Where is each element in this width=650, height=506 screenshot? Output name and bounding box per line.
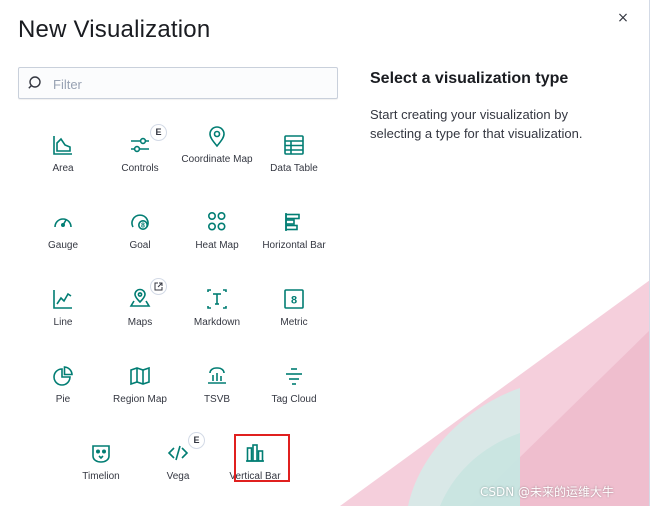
new-visualization-modal: New Visualization × Area E Controls: [0, 0, 650, 506]
vis-type-label: Region Map: [113, 394, 167, 405]
vis-type-timelion[interactable]: Timelion: [63, 432, 139, 502]
filter-search-box[interactable]: [18, 67, 338, 100]
maps-icon: [129, 288, 151, 307]
vis-type-controls[interactable]: E Controls: [102, 124, 178, 194]
vis-type-label: Tag Cloud: [271, 394, 317, 405]
search-icon: [28, 76, 41, 89]
heatmap-icon: [207, 211, 226, 231]
vis-type-label: Gauge: [47, 240, 79, 251]
svg-text:8: 8: [291, 295, 297, 307]
vis-type-label: Pie: [55, 394, 71, 405]
vis-type-label: Controls: [121, 163, 159, 174]
horizontal-bar-icon: [285, 213, 300, 231]
external-link-badge: [150, 278, 167, 295]
vis-type-gauge[interactable]: Gauge: [25, 201, 101, 271]
vis-type-label: Data Table: [270, 163, 318, 174]
table-icon: [284, 135, 304, 155]
controls-icon: [131, 137, 149, 153]
vis-type-label: Markdown: [193, 317, 241, 328]
vis-type-markdown[interactable]: Markdown: [179, 278, 255, 348]
vis-type-vega[interactable]: E Vega: [140, 432, 216, 502]
close-button[interactable]: ×: [613, 8, 633, 28]
vis-type-tag-cloud[interactable]: Tag Cloud: [256, 355, 332, 425]
gauge-icon: [54, 218, 72, 228]
tag-cloud-icon: [286, 368, 302, 385]
region-map-icon: [130, 366, 150, 386]
vis-type-tsvb[interactable]: TSVB: [179, 355, 255, 425]
vis-type-label: Goal: [129, 240, 151, 251]
vis-type-area[interactable]: Area: [25, 124, 101, 194]
vis-type-heat-map[interactable]: Heat Map: [179, 201, 255, 271]
vis-type-label: Metric: [280, 317, 308, 328]
vis-type-horizontal-bar[interactable]: Horizontal Bar: [256, 201, 332, 271]
vis-type-metric[interactable]: 8 Metric: [256, 278, 332, 348]
vis-type-label: Maps: [127, 317, 153, 328]
vis-type-label: Area: [52, 163, 74, 174]
pie-chart-icon: [53, 366, 73, 386]
panel-description: Start creating your visualization by sel…: [370, 107, 583, 141]
watermark: CSDN @未来的运维大牛: [480, 485, 615, 499]
panel-heading: Select a visualization type: [370, 70, 569, 87]
vis-type-label: TSVB: [203, 394, 231, 405]
tsvb-icon: [208, 367, 226, 384]
area-chart-icon: [53, 136, 72, 155]
vis-type-pie[interactable]: Pie: [25, 355, 101, 425]
markdown-icon: [207, 289, 227, 309]
vis-type-label: Vega: [166, 471, 190, 482]
vis-type-label: Line: [53, 317, 73, 328]
modal-title: New Visualization: [18, 16, 211, 43]
external-link-icon: [154, 282, 163, 291]
vis-type-label: Horizontal Bar: [262, 240, 326, 251]
selection-highlight-box: [234, 434, 290, 482]
vis-type-label: Coordinate Map: [181, 154, 253, 165]
vis-type-maps[interactable]: Maps: [102, 278, 178, 348]
vis-type-label: Timelion: [82, 471, 120, 482]
filter-input[interactable]: [51, 68, 335, 100]
timelion-icon: [92, 445, 110, 463]
experimental-badge: E: [150, 124, 167, 141]
code-icon: [167, 445, 189, 461]
map-pin-icon: [209, 126, 225, 148]
vis-type-coordinate-map[interactable]: Coordinate Map: [179, 124, 255, 194]
metric-icon: 8: [284, 289, 304, 309]
vis-type-data-table[interactable]: Data Table: [256, 124, 332, 194]
svg-text:8: 8: [141, 223, 145, 230]
vis-type-goal[interactable]: 8 Goal: [102, 201, 178, 271]
goal-icon: 8: [131, 214, 149, 230]
vis-type-region-map[interactable]: Region Map: [102, 355, 178, 425]
vis-type-label: Heat Map: [195, 240, 239, 251]
line-chart-icon: [53, 290, 72, 309]
vis-type-line[interactable]: Line: [25, 278, 101, 348]
experimental-badge: E: [188, 432, 205, 449]
